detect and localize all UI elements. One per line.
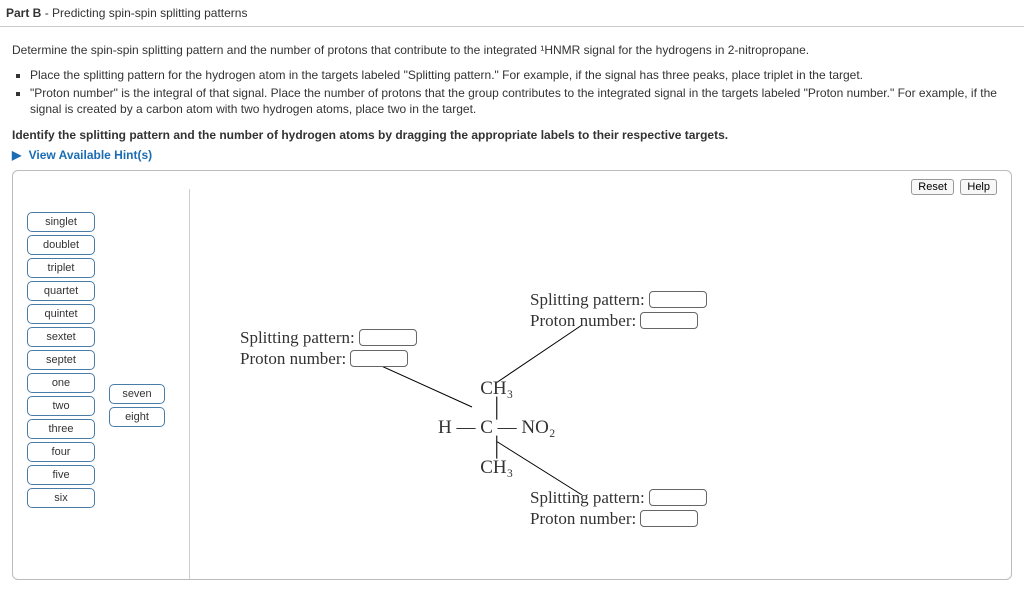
splitting-label: Splitting pattern: [530,488,645,508]
drop-target-splitting-3[interactable] [649,489,707,506]
tag-eight[interactable]: eight [109,407,165,427]
proton-label: Proton number: [530,509,636,529]
proton-label: Proton number: [530,311,636,331]
drop-group-bottom: Splitting pattern: Proton number: [530,487,707,530]
instruction-item: "Proton number" is the integral of that … [30,85,1012,117]
proton-label: Proton number: [240,349,346,369]
workspace: CH₃ │ H — C — NO₂ │ CH₃ Splitting patter… [189,189,1001,579]
structure-line: │ [438,438,555,458]
drop-target-proton-3[interactable] [640,510,698,527]
tag-seven[interactable]: seven [109,384,165,404]
tag-doublet[interactable]: doublet [27,235,95,255]
tag-septet[interactable]: septet [27,350,95,370]
drop-target-splitting-1[interactable] [359,329,417,346]
tag-one[interactable]: one [27,373,95,393]
part-header: Part B - Predicting spin-spin splitting … [0,0,1024,27]
part-title: Predicting spin-spin splitting patterns [52,6,247,20]
tag-two[interactable]: two [27,396,95,416]
structure-line: CH₃ [438,379,555,399]
drop-group-left: Splitting pattern: Proton number: [240,327,417,370]
splitting-label: Splitting pattern: [530,290,645,310]
molecule-structure: CH₃ │ H — C — NO₂ │ CH₃ [438,379,555,479]
tag-triplet[interactable]: triplet [27,258,95,278]
directive-text: Identify the splitting pattern and the n… [12,128,1012,142]
tag-five[interactable]: five [27,465,95,485]
triangle-right-icon: ▶ [12,148,21,162]
tag-quintet[interactable]: quintet [27,304,95,324]
tag-singlet[interactable]: singlet [27,212,95,232]
structure-line: │ [438,399,555,419]
drag-drop-panel: Reset Help singlet doublet triplet quart… [12,170,1012,580]
intro-text: Determine the spin-spin splitting patter… [12,43,1012,57]
tag-three[interactable]: three [27,419,95,439]
drop-target-proton-2[interactable] [640,312,698,329]
part-label: Part B [6,6,41,20]
drop-group-top: Splitting pattern: Proton number: [530,289,707,332]
tag-quartet[interactable]: quartet [27,281,95,301]
instruction-list: Place the splitting pattern for the hydr… [30,67,1012,118]
structure-line: H — C — NO₂ [438,418,555,438]
drop-target-proton-1[interactable] [350,350,408,367]
instruction-item: Place the splitting pattern for the hydr… [30,67,1012,83]
hints-label: View Available Hint(s) [29,148,153,162]
tag-six[interactable]: six [27,488,95,508]
tag-four[interactable]: four [27,442,95,462]
tag-sextet[interactable]: sextet [27,327,95,347]
structure-line: CH₃ [438,458,555,478]
drop-target-splitting-2[interactable] [649,291,707,308]
splitting-label: Splitting pattern: [240,328,355,348]
view-hints-toggle[interactable]: ▶ View Available Hint(s) [12,148,1012,162]
